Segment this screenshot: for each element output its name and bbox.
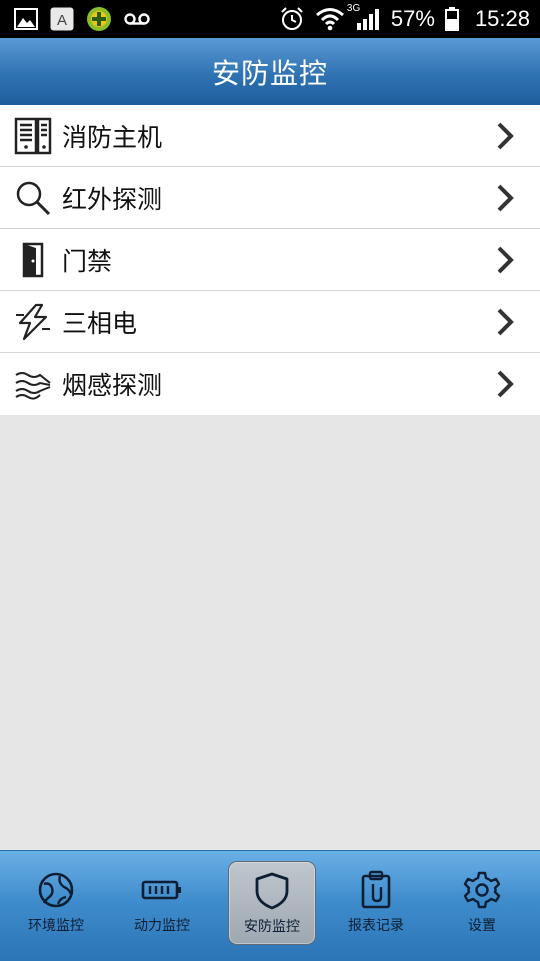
magnifier-icon <box>14 179 52 217</box>
tab-label: 安防监控 <box>244 919 300 935</box>
list-item-label: 消防主机 <box>62 122 163 152</box>
list-item-label: 烟感探测 <box>62 371 163 400</box>
list-item-label: 三相电 <box>62 308 138 338</box>
tab-label: 动力监控 <box>134 918 190 934</box>
clock-time: 15:28 <box>474 6 530 31</box>
page-title: 安防监控 <box>211 56 328 90</box>
smoke-waves-icon <box>14 365 52 403</box>
battery-icon <box>141 867 183 913</box>
cell-signal-icon: 3G <box>347 3 381 31</box>
security-menu-list: 消防主机 红外探测 门禁 三相电 烟感探测 <box>0 105 540 415</box>
tab-security-monitoring[interactable]: 安防监控 <box>228 861 316 945</box>
chevron-right-icon <box>496 370 514 402</box>
tab-report-records[interactable]: 报表记录 <box>333 861 419 943</box>
tab-power-monitoring[interactable]: 动力监控 <box>119 861 205 943</box>
status-bar-notifications: A <box>14 6 150 32</box>
tab-label: 设置 <box>468 918 496 934</box>
fire-host-server-icon <box>14 117 52 155</box>
gallery-notification-icon <box>14 7 38 31</box>
tab-settings[interactable]: 设置 <box>439 861 525 943</box>
network-type: 3G <box>346 3 361 14</box>
tab-label: 环境监控 <box>28 918 84 934</box>
tab-environment-monitoring[interactable]: 环境监控 <box>13 861 99 943</box>
font-app-notification-icon: A <box>50 7 74 31</box>
voicemail-icon <box>124 11 150 27</box>
title-bar: 安防监控 <box>0 38 540 106</box>
status-bar-system: 3G 57% 15:28 <box>279 0 530 38</box>
list-item-label: 门禁 <box>62 246 113 276</box>
list-item-access-control[interactable]: 门禁 <box>0 229 540 291</box>
game-app-notification-icon <box>86 6 112 32</box>
chevron-right-icon <box>496 246 514 278</box>
list-item-fire-host[interactable]: 消防主机 <box>0 105 540 167</box>
bottom-tab-bar: 环境监控 动力监控 安防监控 报表记录 设置 <box>0 850 540 961</box>
list-item-three-phase-power[interactable]: 三相电 <box>0 291 540 353</box>
chevron-right-icon <box>496 308 514 340</box>
chevron-right-icon <box>496 122 514 154</box>
gear-icon <box>462 867 502 913</box>
wifi-icon <box>315 7 345 31</box>
list-item-label: 红外探测 <box>62 184 163 214</box>
clipboard-icon <box>358 867 394 913</box>
battery-icon <box>444 7 459 31</box>
list-item-smoke-detection[interactable]: 烟感探测 <box>0 353 540 415</box>
door-icon <box>14 241 52 279</box>
tab-label: 报表记录 <box>348 918 404 934</box>
chevron-right-icon <box>496 184 514 216</box>
shield-icon <box>254 868 290 914</box>
list-item-infrared-detection[interactable]: 红外探测 <box>0 167 540 229</box>
lightning-icon <box>14 303 52 341</box>
globe-icon <box>36 867 76 913</box>
svg-text:A: A <box>57 12 67 29</box>
status-bar: A 3G 57% 15:28 <box>0 0 540 38</box>
battery-percentage: 57% <box>390 6 435 31</box>
alarm-clock-icon <box>279 6 305 32</box>
